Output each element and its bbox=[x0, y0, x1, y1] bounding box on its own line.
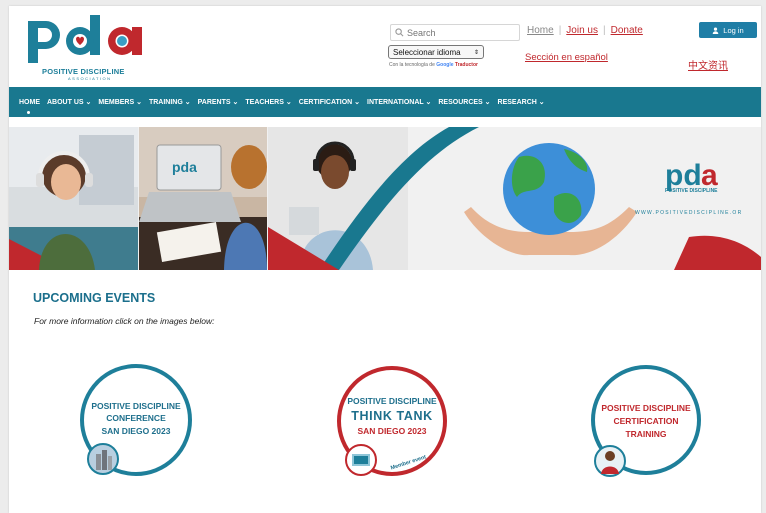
nav-parents[interactable]: PARENTS ⌄ bbox=[198, 98, 239, 106]
login-button[interactable]: Log in bbox=[699, 22, 757, 38]
home-link[interactable]: Home bbox=[527, 25, 554, 36]
search-box[interactable] bbox=[390, 24, 520, 41]
upcoming-events-subtitle: For more information click on the images… bbox=[34, 316, 215, 326]
powered-by-google: Con la tecnología de Google Traductor bbox=[389, 62, 478, 68]
event-certification-line3: TRAINING bbox=[625, 429, 667, 439]
event-think-tank-line2: THINK TANK bbox=[351, 409, 433, 423]
event-think-tank-line1: POSITIVE DISCIPLINE bbox=[347, 396, 437, 406]
nav-international[interactable]: INTERNATIONAL ⌄ bbox=[367, 98, 431, 106]
trainer-thumbnail bbox=[594, 445, 626, 477]
chinese-section-link[interactable]: 中文资讯 bbox=[688, 57, 728, 72]
nav-about-us[interactable]: ABOUT US ⌄ bbox=[47, 98, 91, 106]
logo-subtitle: POSITIVE DISCIPLINE bbox=[42, 67, 125, 76]
event-conference-line2: CONFERENCE bbox=[106, 413, 166, 423]
nav-research[interactable]: RESEARCH ⌄ bbox=[498, 98, 545, 106]
spanish-section-link[interactable]: Sección en español bbox=[525, 52, 608, 63]
hero-banner: pda pd a POSITIVE DISCIPLINE WWW.POSITIV… bbox=[9, 127, 761, 270]
language-select-value: Seleccionar idioma bbox=[393, 47, 461, 57]
nav-certification[interactable]: CERTIFICATION ⌄ bbox=[299, 98, 360, 106]
event-conference-line1: POSITIVE DISCIPLINE bbox=[91, 401, 181, 411]
banner-url: WWW.POSITIVEDISCIPLINE.OR bbox=[635, 210, 743, 216]
pda-logo-mark bbox=[28, 15, 142, 63]
nav-home[interactable]: HOME bbox=[19, 99, 40, 114]
separator: | bbox=[558, 25, 562, 36]
nav-resources[interactable]: RESOURCES ⌄ bbox=[438, 98, 490, 106]
join-us-link[interactable]: Join us bbox=[566, 25, 598, 36]
svg-text:pda: pda bbox=[172, 159, 197, 175]
member-event-thumbnail bbox=[345, 444, 377, 476]
upcoming-events-title: UPCOMING EVENTS bbox=[33, 291, 156, 305]
event-think-tank-line3: SAN DIEGO 2023 bbox=[357, 426, 427, 436]
select-arrows-icon: ⇕ bbox=[473, 49, 479, 56]
powered-prefix: Con la tecnología de bbox=[389, 62, 435, 68]
search-icon bbox=[395, 28, 404, 37]
login-label: Log in bbox=[723, 25, 744, 35]
main-nav: HOME ABOUT US ⌄ MEMBERS ⌄ TRAINING ⌄ PAR… bbox=[9, 87, 761, 117]
pda-logo[interactable]: POSITIVE DISCIPLINE ASSOCIATION bbox=[24, 15, 154, 81]
top-links: Home | Join us | Donate bbox=[527, 25, 643, 36]
event-think-tank[interactable]: POSITIVE DISCIPLINE THINK TANK SAN DIEGO… bbox=[334, 363, 450, 479]
google-wordmark: Google bbox=[436, 62, 454, 68]
event-certification-training[interactable]: POSITIVE DISCIPLINE CERTIFICATION TRAINI… bbox=[587, 361, 705, 479]
nav-training[interactable]: TRAINING ⌄ bbox=[149, 98, 191, 106]
event-conference-line3: SAN DIEGO 2023 bbox=[101, 426, 171, 436]
translator-label: Traductor bbox=[454, 62, 478, 68]
event-certification-line2: CERTIFICATION bbox=[613, 416, 679, 426]
user-icon bbox=[712, 26, 719, 34]
san-diego-thumbnail bbox=[87, 443, 119, 475]
event-certification-line1: POSITIVE DISCIPLINE bbox=[601, 403, 691, 413]
nav-members[interactable]: MEMBERS ⌄ bbox=[98, 98, 142, 106]
nav-teachers[interactable]: TEACHERS ⌄ bbox=[245, 98, 291, 106]
search-input[interactable] bbox=[407, 27, 517, 38]
hero-banner-image: pda pd a bbox=[9, 127, 761, 270]
language-select[interactable]: Seleccionar idioma ⇕ bbox=[388, 45, 484, 59]
separator: | bbox=[602, 25, 606, 36]
donate-link[interactable]: Donate bbox=[611, 25, 643, 36]
logo-association: ASSOCIATION bbox=[68, 76, 112, 81]
page: POSITIVE DISCIPLINE ASSOCIATION Home | J… bbox=[9, 6, 761, 513]
banner-logo-subtitle: POSITIVE DISCIPLINE bbox=[665, 188, 718, 194]
event-conference[interactable]: POSITIVE DISCIPLINE CONFERENCE SAN DIEGO… bbox=[76, 360, 196, 480]
